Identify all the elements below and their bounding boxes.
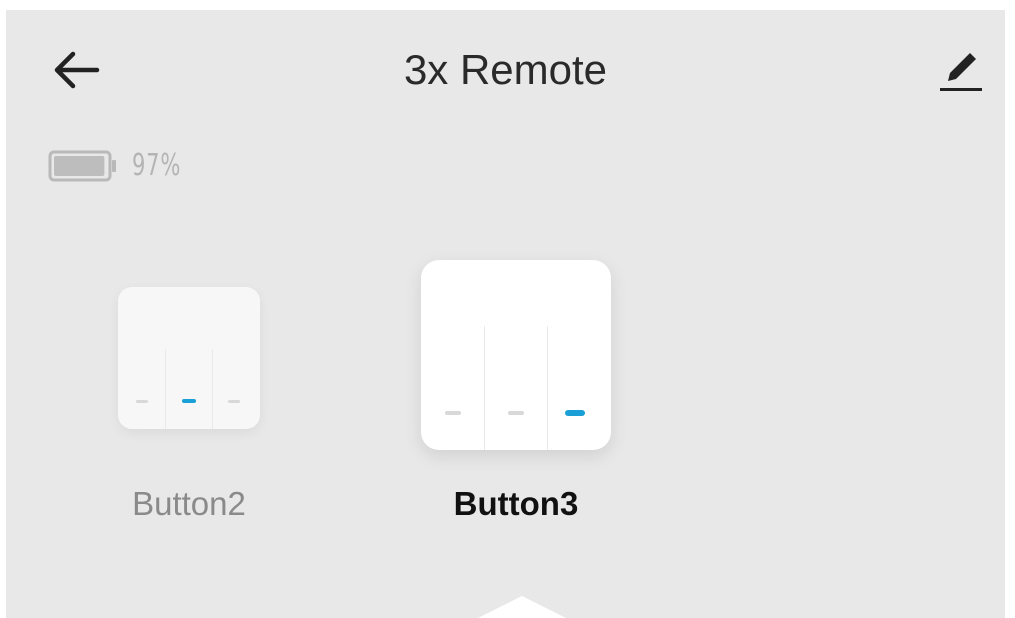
page-title: 3x Remote [403,46,608,93]
remote-screen: 3x Remote 97% Button2 Button3 [6,10,1005,618]
battery-icon [48,150,116,181]
button2-label[interactable]: Button2 [89,485,289,523]
switch-indicator-2 [182,399,196,403]
battery-level-fill [54,155,105,176]
button3-label[interactable]: Button3 [416,485,616,523]
edit-button[interactable] [931,40,991,100]
button2-switch-panel [118,287,260,429]
battery-status: 97% [48,148,195,183]
battery-percent: 97% [132,148,182,183]
panel-divider [212,349,213,429]
button3-switch-panel [421,260,611,450]
panel-divider [484,326,485,450]
switch-indicator-3 [565,410,585,416]
panel-divider [165,349,166,429]
switch-indicator-3 [228,400,240,403]
panel-divider [547,326,548,450]
selection-pointer [474,596,570,618]
switch-indicator-2 [508,411,524,415]
switch-indicator-1 [445,411,461,415]
pencil-icon [940,53,982,91]
switch-indicator-1 [136,400,148,403]
